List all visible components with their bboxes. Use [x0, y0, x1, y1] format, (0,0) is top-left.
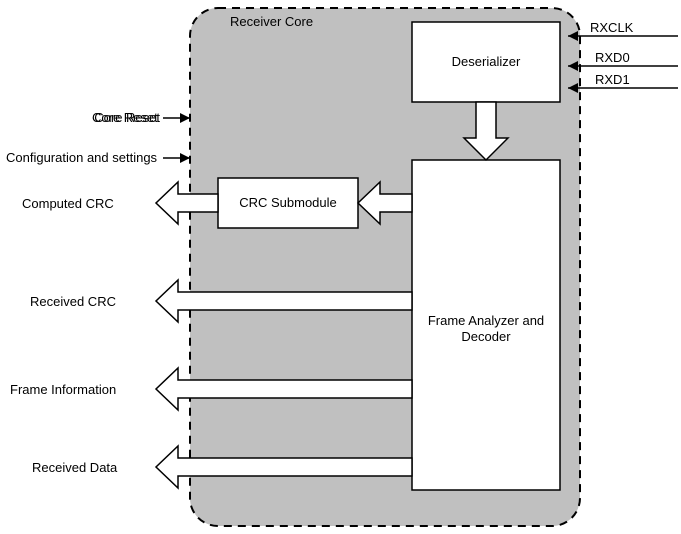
- computed-crc-label: Computed CRC: [22, 196, 114, 211]
- frame-info-label: Frame Information: [10, 382, 116, 397]
- frame-decoder-label-2: Decoder: [461, 329, 511, 344]
- crc-submodule-label: CRC Submodule: [239, 195, 337, 210]
- rxd1-label: RXD1: [595, 72, 630, 87]
- received-data-label: Received Data: [32, 460, 118, 475]
- core-reset-text: Core Reset: [92, 110, 158, 125]
- received-crc-label: Received CRC: [30, 294, 116, 309]
- frame-decoder-label-1: Frame Analyzer and: [428, 313, 544, 328]
- deserializer-label: Deserializer: [452, 54, 521, 69]
- core-title: Receiver Core: [230, 14, 313, 29]
- input-rxclk: RXCLK: [568, 20, 678, 41]
- rxclk-label: RXCLK: [590, 20, 634, 35]
- input-rxd0: RXD0: [568, 50, 678, 71]
- config-label: Configuration and settings: [6, 150, 158, 165]
- rxd0-label: RXD0: [595, 50, 630, 65]
- input-rxd1: RXD1: [568, 72, 678, 93]
- receiver-core-diagram: Receiver Core Deserializer Frame Analyze…: [0, 0, 681, 534]
- input-config: [163, 153, 190, 163]
